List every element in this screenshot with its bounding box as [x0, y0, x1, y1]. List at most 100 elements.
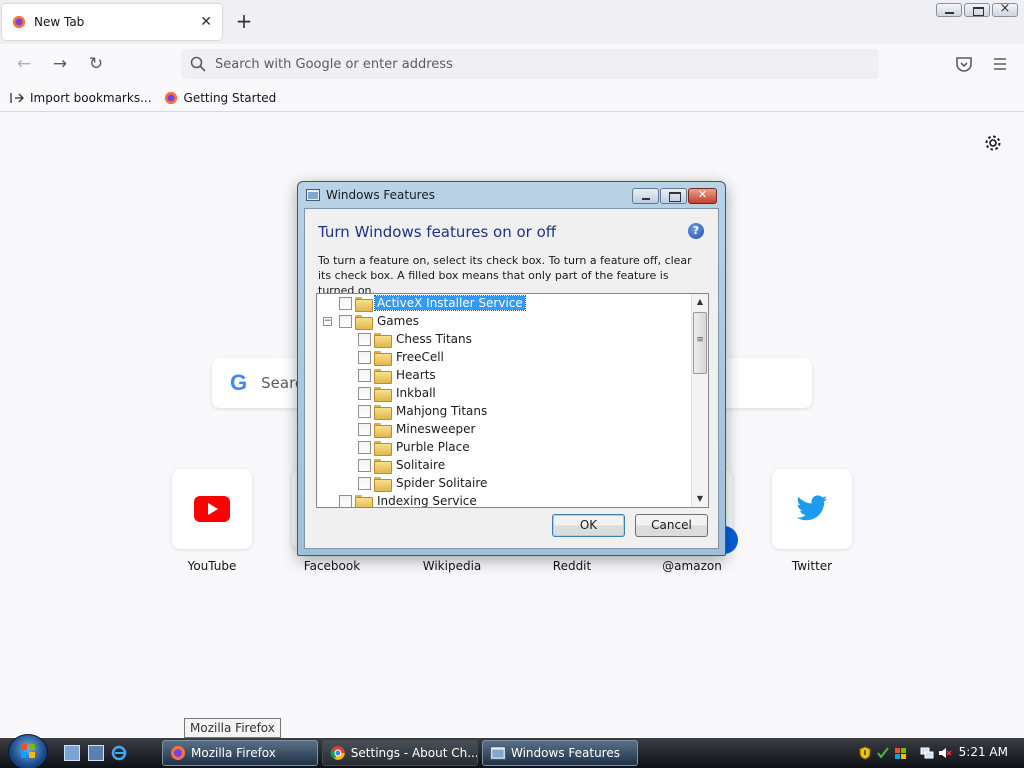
feature-label[interactable]: Inkball [394, 386, 438, 400]
windows-flag-icon[interactable] [894, 746, 908, 760]
feature-row[interactable]: Mahjong Titans [358, 402, 489, 420]
features-tree[interactable]: ActiveX Installer Service − Games Chess Tit… [316, 293, 709, 508]
pocket-icon[interactable] [954, 54, 974, 74]
feature-row[interactable]: Hearts [358, 366, 438, 384]
address-bar[interactable]: Search with Google or enter address [181, 49, 879, 79]
feature-label[interactable]: Indexing Service [375, 494, 479, 507]
folder-icon [355, 314, 373, 330]
folder-icon [374, 386, 392, 402]
feature-row[interactable]: Indexing Service [339, 492, 479, 507]
volume-muted-icon[interactable] [938, 746, 952, 760]
tile-twitter[interactable] [772, 469, 852, 549]
feature-label[interactable]: Chess Titans [394, 332, 474, 346]
feature-label[interactable]: Solitaire [394, 458, 447, 472]
network-icon[interactable] [920, 746, 934, 760]
folder-icon [374, 440, 392, 456]
feature-checkbox[interactable] [358, 404, 371, 418]
firefox-icon [171, 746, 185, 760]
scroll-down-arrow-icon[interactable]: ▼ [692, 491, 708, 507]
feature-checkbox[interactable] [358, 368, 371, 382]
feature-checkbox[interactable] [339, 494, 352, 507]
tile-label-wikipedia[interactable]: Wikipedia [392, 559, 512, 573]
feature-label[interactable]: Minesweeper [394, 422, 477, 436]
feature-checkbox[interactable] [358, 332, 371, 346]
close-window-button[interactable] [992, 1, 1018, 17]
feature-row[interactable]: Minesweeper [358, 420, 477, 438]
dialog-close-button[interactable] [688, 188, 717, 204]
scroll-thumb[interactable] [693, 312, 707, 374]
cancel-button[interactable]: Cancel [635, 514, 708, 537]
address-bar-placeholder: Search with Google or enter address [215, 56, 453, 72]
taskbar-clock[interactable]: 5:21 AM [959, 745, 1008, 759]
feature-label[interactable]: Spider Solitaire [394, 476, 489, 490]
task-windows-features[interactable]: Windows Features [482, 740, 638, 766]
feature-label[interactable]: ActiveX Installer Service [374, 295, 526, 311]
scroll-up-arrow-icon[interactable]: ▲ [692, 294, 708, 310]
dialog-minimize-button[interactable] [632, 188, 659, 204]
maximize-button[interactable] [964, 3, 990, 17]
tile-label-amazon[interactable]: @amazon [632, 559, 752, 573]
tile-label-reddit[interactable]: Reddit [512, 559, 632, 573]
collapse-expander-icon[interactable]: − [323, 316, 332, 326]
feature-checkbox[interactable] [358, 422, 371, 436]
feature-checkbox[interactable] [339, 296, 352, 310]
feature-row[interactable]: Solitaire [358, 456, 447, 474]
feature-label[interactable]: Purble Place [394, 440, 472, 454]
tab-close-icon[interactable]: ✕ [200, 14, 212, 30]
network-check-icon[interactable] [876, 746, 890, 760]
help-icon[interactable]: ? [688, 223, 704, 239]
task-settings-chrome[interactable]: Settings - About Ch... [322, 740, 478, 766]
feature-checkbox[interactable] [339, 314, 352, 328]
feature-checkbox[interactable] [358, 386, 371, 400]
tile-label-facebook[interactable]: Facebook [272, 559, 392, 573]
feature-checkbox[interactable] [358, 476, 371, 490]
google-logo-icon: G [230, 370, 248, 395]
feature-row[interactable]: ActiveX Installer Service [339, 294, 526, 312]
minimize-button[interactable] [936, 3, 962, 17]
tile-label-youtube[interactable]: YouTube [152, 559, 272, 573]
switch-windows-icon[interactable] [88, 745, 104, 761]
ok-button[interactable]: OK [552, 514, 625, 537]
dialog-titlebar[interactable]: Windows Features [298, 182, 725, 208]
feature-row[interactable]: Purble Place [358, 438, 472, 456]
feature-row[interactable]: Inkball [358, 384, 438, 402]
feature-checkbox[interactable] [358, 350, 371, 364]
tree-scrollbar[interactable]: ▲ ▼ [691, 294, 708, 507]
feature-label[interactable]: Hearts [394, 368, 438, 382]
bookmark-import[interactable]: Import bookmarks... [10, 91, 152, 105]
dialog-body: Turn Windows features on or off ? To tur… [304, 208, 719, 549]
security-shield-icon[interactable] [858, 746, 872, 760]
reload-icon[interactable]: ↻ [85, 54, 107, 76]
menu-hamburger-icon[interactable] [990, 54, 1010, 74]
internet-explorer-icon[interactable] [111, 745, 127, 761]
feature-checkbox[interactable] [358, 458, 371, 472]
feature-label[interactable]: Mahjong Titans [394, 404, 489, 418]
folder-icon [374, 476, 392, 492]
feature-row[interactable]: FreeCell [358, 348, 446, 366]
feature-row[interactable]: − Games [323, 312, 421, 330]
tab-strip: New Tab ✕ + [0, 0, 1024, 44]
dialog-maximize-button[interactable] [660, 188, 687, 204]
folder-icon [374, 332, 392, 348]
tile-youtube[interactable] [172, 469, 252, 549]
folder-icon [374, 458, 392, 474]
show-desktop-icon[interactable] [64, 745, 80, 761]
twitter-bird-icon [796, 495, 828, 521]
chrome-icon [330, 746, 345, 760]
new-tab-plus-icon[interactable]: + [232, 10, 256, 34]
tab-new-tab[interactable]: New Tab ✕ [2, 4, 222, 40]
gear-icon[interactable] [984, 134, 1002, 152]
start-button[interactable] [8, 734, 48, 768]
back-arrow-icon[interactable]: ← [13, 54, 35, 76]
feature-row[interactable]: Spider Solitaire [358, 474, 489, 492]
forward-arrow-icon[interactable]: → [49, 54, 71, 76]
task-mozilla-firefox[interactable]: Mozilla Firefox [162, 740, 318, 766]
feature-label[interactable]: FreeCell [394, 350, 446, 364]
bookmark-import-label: Import bookmarks... [30, 90, 152, 105]
bookmark-getting-started-label: Getting Started [183, 90, 277, 105]
tile-label-twitter[interactable]: Twitter [752, 559, 872, 573]
feature-checkbox[interactable] [358, 440, 371, 454]
bookmark-getting-started[interactable]: Getting Started [164, 90, 277, 105]
feature-label[interactable]: Games [375, 314, 421, 328]
feature-row[interactable]: Chess Titans [358, 330, 474, 348]
